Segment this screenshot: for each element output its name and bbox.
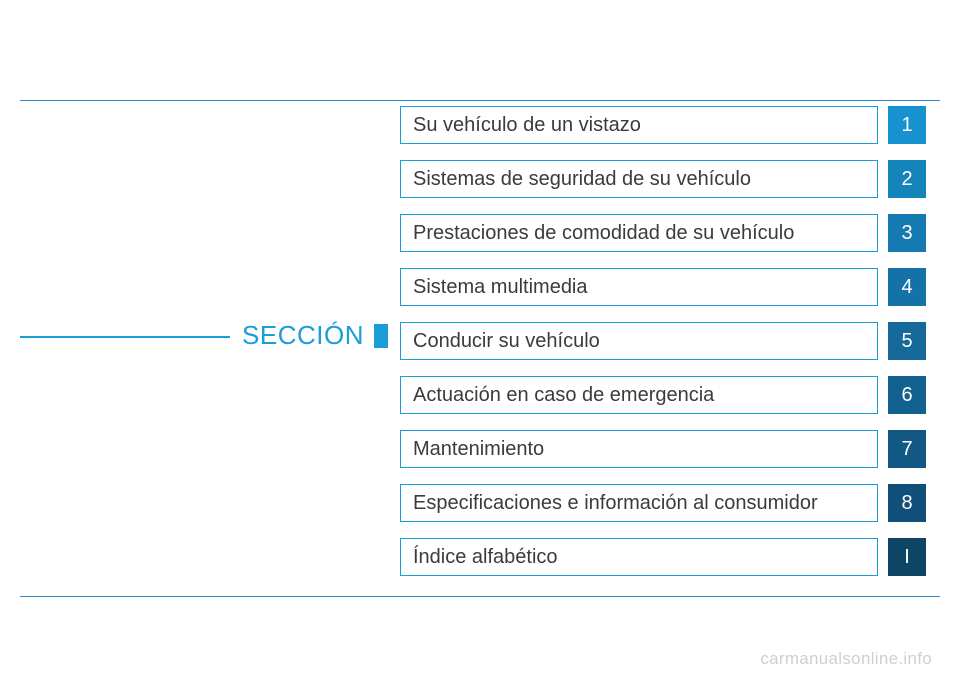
toc-title: Índice alfabético [400, 538, 878, 576]
toc-number: 5 [888, 322, 926, 360]
toc-number: 6 [888, 376, 926, 414]
toc-row[interactable]: Conducir su vehículo 5 [400, 322, 926, 360]
heading-text: SECCIÓN [242, 320, 364, 351]
toc-number: 4 [888, 268, 926, 306]
toc-number: I [888, 538, 926, 576]
toc-title: Mantenimiento [400, 430, 878, 468]
toc-row[interactable]: Su vehículo de un vistazo 1 [400, 106, 926, 144]
toc-number: 3 [888, 214, 926, 252]
toc-title: Actuación en caso de emergencia [400, 376, 878, 414]
toc-row[interactable]: Sistemas de seguridad de su vehículo 2 [400, 160, 926, 198]
toc-row[interactable]: Índice alfabético I [400, 538, 926, 576]
left-column: SECCIÓN [20, 100, 388, 596]
toc-number: 2 [888, 160, 926, 198]
toc-row[interactable]: Sistema multimedia 4 [400, 268, 926, 306]
toc-row[interactable]: Prestaciones de comodidad de su vehículo… [400, 214, 926, 252]
heading-wrap: SECCIÓN [20, 320, 388, 351]
toc-number: 1 [888, 106, 926, 144]
toc-number: 7 [888, 430, 926, 468]
toc-title: Prestaciones de comodidad de su vehículo [400, 214, 878, 252]
bottom-rule [20, 596, 940, 597]
toc-title: Sistema multimedia [400, 268, 878, 306]
toc-row[interactable]: Actuación en caso de emergencia 6 [400, 376, 926, 414]
toc-title: Conducir su vehículo [400, 322, 878, 360]
toc-title: Su vehículo de un vistazo [400, 106, 878, 144]
toc-title: Especificaciones e información al consum… [400, 484, 878, 522]
toc-row[interactable]: Mantenimiento 7 [400, 430, 926, 468]
toc-title: Sistemas de seguridad de su vehículo [400, 160, 878, 198]
manual-toc-page: SECCIÓN Su vehículo de un vistazo 1 Sist… [0, 0, 960, 689]
watermark-text: carmanualsonline.info [760, 649, 932, 669]
toc-list: Su vehículo de un vistazo 1 Sistemas de … [400, 106, 926, 576]
toc-number: 8 [888, 484, 926, 522]
heading-marker-icon [374, 324, 388, 348]
toc-row[interactable]: Especificaciones e información al consum… [400, 484, 926, 522]
